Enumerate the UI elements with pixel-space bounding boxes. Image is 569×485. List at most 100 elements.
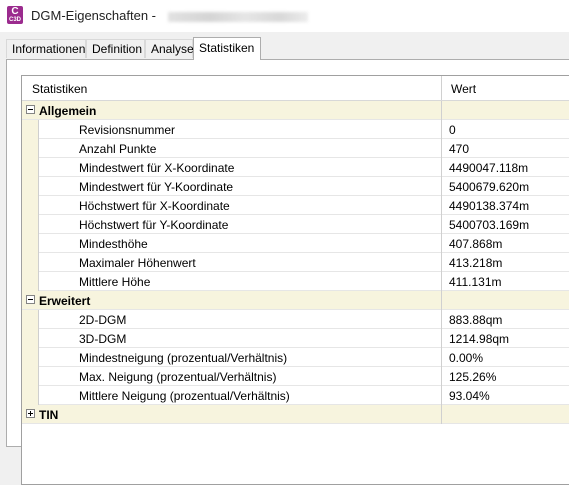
property-row[interactable]: Mittlere Neigung (prozentual/Verhältnis)…	[22, 386, 569, 405]
property-row[interactable]: Mindestneigung (prozentual/Verhältnis) 0.…	[22, 348, 569, 367]
property-row[interactable]: Mittlere Höhe 411.131m	[22, 272, 569, 291]
property-name: Mindestwert für Y-Koordinate	[79, 180, 234, 194]
property-name-cell: Revisionsnummer	[38, 120, 441, 139]
property-name: Anzahl Punkte	[79, 142, 157, 156]
row-gutter	[22, 177, 38, 196]
redacted-surface-name	[167, 11, 308, 22]
column-divider	[441, 177, 442, 196]
tab-informationen[interactable]: Informationen	[6, 39, 86, 58]
title-bar: C C3D DGM-Eigenschaften -	[0, 0, 569, 32]
property-row[interactable]: Mindesthöhe 407.868m	[22, 234, 569, 253]
property-row[interactable]: Mindestwert für Y-Koordinate 5400679.620m	[22, 177, 569, 196]
property-row[interactable]: Mindestwert für X-Koordinate 4490047.118m	[22, 158, 569, 177]
column-divider	[441, 348, 442, 367]
property-value: 4490047.118m	[449, 161, 529, 175]
column-divider	[441, 101, 442, 120]
property-name-cell: Mindestneigung (prozentual/Verhältnis)	[38, 348, 441, 367]
row-gutter	[22, 348, 38, 367]
property-name-cell: Höchstwert für Y-Koordinate	[38, 215, 441, 234]
property-name-cell: Mindestwert für X-Koordinate	[38, 158, 441, 177]
tab-statistiken[interactable]: Statistiken	[193, 37, 261, 60]
column-divider	[441, 367, 442, 386]
property-value: 93.04%	[449, 389, 490, 403]
civil3d-app-icon: C C3D	[7, 6, 23, 24]
collapse-icon[interactable]	[26, 105, 35, 114]
column-divider	[441, 329, 442, 348]
property-row[interactable]: Höchstwert für Y-Koordinate 5400703.169m	[22, 215, 569, 234]
row-gutter	[22, 310, 38, 329]
property-name-cell: 2D-DGM	[38, 310, 441, 329]
property-row[interactable]: Revisionsnummer 0	[22, 120, 569, 139]
property-value: 5400679.620m	[449, 180, 530, 194]
row-gutter	[22, 234, 38, 253]
category-row[interactable]: TIN	[22, 405, 569, 424]
column-divider	[441, 234, 442, 253]
tab-analyse[interactable]: Analyse	[145, 39, 194, 58]
column-divider[interactable]	[441, 76, 442, 100]
property-value: 0.00%	[449, 351, 484, 365]
property-value: 470	[449, 142, 470, 156]
category-row[interactable]: Erweitert	[22, 291, 569, 310]
property-name: Mindesthöhe	[79, 237, 148, 251]
column-divider	[441, 139, 442, 158]
property-name: Max. Neigung (prozentual/Verhältnis)	[79, 370, 277, 384]
category-row[interactable]: Allgemein	[22, 101, 569, 120]
row-gutter	[22, 215, 38, 234]
tab-definition[interactable]: Definition	[86, 39, 145, 58]
statistics-property-grid: Statistiken Wert Allgemein Revisionsnumme…	[21, 75, 569, 485]
property-name-cell: 3D-DGM	[38, 329, 441, 348]
column-divider	[441, 310, 442, 329]
column-divider	[441, 253, 442, 272]
property-name: Mittlere Höhe	[79, 275, 151, 289]
property-name: Höchstwert für X-Koordinate	[79, 199, 230, 213]
property-row[interactable]: Höchstwert für X-Koordinate 4490138.374m	[22, 196, 569, 215]
category-label: TIN	[39, 408, 59, 422]
property-name: 2D-DGM	[79, 313, 127, 327]
row-gutter	[22, 253, 38, 272]
property-name: Mindestneigung (prozentual/Verhältnis)	[79, 351, 288, 365]
row-gutter	[22, 367, 38, 386]
property-value: 407.868m	[449, 237, 503, 251]
property-name: Mindestwert für X-Koordinate	[79, 161, 235, 175]
property-name: 3D-DGM	[79, 332, 127, 346]
property-name-cell: Mindesthöhe	[38, 234, 441, 253]
grid-header: Statistiken Wert	[22, 76, 569, 101]
property-row[interactable]: Max. Neigung (prozentual/Verhältnis) 125.…	[22, 367, 569, 386]
column-divider	[441, 158, 442, 177]
row-gutter	[22, 329, 38, 348]
category-label: Erweitert	[39, 294, 91, 308]
property-name-cell: Maximaler Höhenwert	[38, 253, 441, 272]
column-divider	[441, 196, 442, 215]
row-gutter	[22, 158, 38, 177]
property-name: Revisionsnummer	[79, 123, 176, 137]
property-name-cell: Mittlere Höhe	[38, 272, 441, 291]
property-name: Maximaler Höhenwert	[79, 256, 196, 270]
property-value: 883.88qm	[449, 313, 503, 327]
property-row[interactable]: 2D-DGM 883.88qm	[22, 310, 569, 329]
row-gutter	[22, 120, 38, 139]
property-value: 5400703.169m	[449, 218, 530, 232]
collapse-icon[interactable]	[26, 295, 35, 304]
property-value: 413.218m	[449, 256, 503, 270]
property-row[interactable]: Anzahl Punkte 470	[22, 139, 569, 158]
column-divider	[441, 291, 442, 310]
property-name-cell: Mindestwert für Y-Koordinate	[38, 177, 441, 196]
property-row[interactable]: 3D-DGM 1214.98qm	[22, 329, 569, 348]
property-value: 411.131m	[449, 275, 502, 289]
column-divider	[441, 215, 442, 234]
row-gutter	[22, 196, 38, 215]
row-gutter	[22, 272, 38, 291]
property-value: 0	[449, 123, 456, 137]
property-name-cell: Höchstwert für X-Koordinate	[38, 196, 441, 215]
property-name-cell: Mittlere Neigung (prozentual/Verhältnis)	[38, 386, 441, 405]
column-header-statistiken[interactable]: Statistiken	[32, 82, 87, 96]
tab-panel: Statistiken Wert Allgemein Revisionsnumme…	[6, 59, 569, 485]
expand-icon[interactable]	[26, 409, 35, 418]
column-header-wert[interactable]: Wert	[451, 82, 476, 96]
category-label: Allgemein	[39, 104, 97, 118]
property-value: 125.26%	[449, 370, 497, 384]
column-divider	[441, 120, 442, 139]
property-name-cell: Max. Neigung (prozentual/Verhältnis)	[38, 367, 441, 386]
row-gutter	[22, 386, 38, 405]
property-row[interactable]: Maximaler Höhenwert 413.218m	[22, 253, 569, 272]
